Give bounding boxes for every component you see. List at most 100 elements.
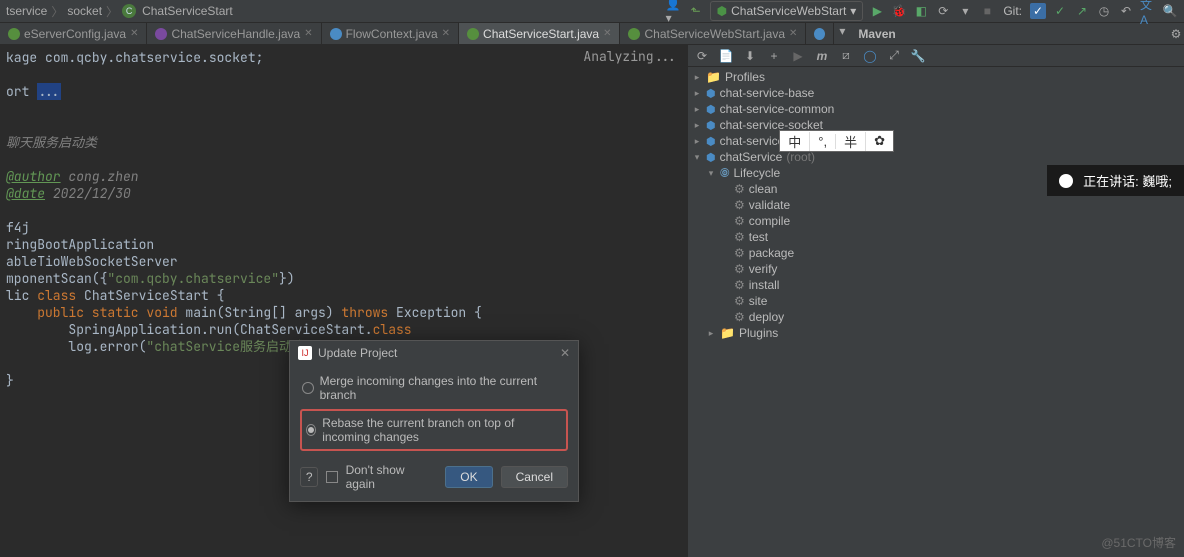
breadcrumb-item[interactable]: socket	[67, 4, 102, 18]
chevron-down-icon[interactable]: ▾	[834, 23, 850, 39]
close-icon[interactable]: ✕	[603, 28, 611, 39]
run-icon[interactable]: ▶	[869, 3, 885, 19]
lifecycle-goal[interactable]: ⚙ deploy	[692, 309, 1180, 325]
download-icon[interactable]: ⬇	[742, 48, 758, 64]
generate-sources-icon[interactable]: 📄	[718, 48, 734, 64]
run-icon[interactable]: ▶	[790, 48, 806, 64]
close-icon[interactable]: ✕	[560, 346, 570, 360]
ime-settings-icon[interactable]: ✿	[866, 133, 893, 149]
translate-icon[interactable]: 文A	[1140, 3, 1156, 19]
gear-icon: ⚙	[734, 310, 745, 324]
lifecycle-goal[interactable]: ⚙install	[692, 277, 1180, 293]
coverage-icon[interactable]: ◧	[913, 3, 929, 19]
code-fold[interactable]: ...	[37, 83, 60, 100]
lifecycle-icon: 🞋	[720, 166, 730, 181]
tree-node-profiles[interactable]: ▸ 📁 Profiles	[692, 69, 1180, 85]
ime-punct[interactable]: °,	[810, 134, 836, 149]
tree-node-root[interactable]: ▾⬢chatService (root)	[692, 149, 1180, 165]
tree-node-plugins[interactable]: ▸📁Plugins	[692, 325, 1180, 341]
commit-icon[interactable]: ✓	[1052, 3, 1068, 19]
profile-icon[interactable]: ⟳	[935, 3, 951, 19]
refresh-icon[interactable]: ⟳	[694, 48, 710, 64]
rollback-icon[interactable]: ↶	[1118, 3, 1134, 19]
chevron-down-icon[interactable]: ▾	[706, 168, 716, 179]
stop-icon[interactable]: ■	[979, 3, 995, 19]
dont-show-checkbox[interactable]	[326, 471, 337, 483]
chevron-right-icon[interactable]: ▸	[706, 328, 716, 339]
chevron-right-icon[interactable]: ▸	[692, 88, 702, 99]
wrench-icon[interactable]: 🔧	[910, 48, 926, 64]
lifecycle-goal[interactable]: ⚙site	[692, 293, 1180, 309]
lifecycle-goal[interactable]: ⚙validate	[692, 197, 1180, 213]
close-icon[interactable]: ✕	[789, 28, 797, 39]
collapse-icon[interactable]: ⤢	[886, 48, 902, 64]
chevron-right-icon[interactable]: ▸	[692, 120, 702, 131]
breadcrumb-item[interactable]: ChatServiceStart	[142, 4, 233, 18]
editor-tab[interactable]: eServerConfig.java ✕	[0, 23, 147, 44]
editor-tab-active[interactable]: ChatServiceStart.java ✕	[459, 23, 620, 44]
voice-input-overlay: 正在讲话: 巍哦;	[1047, 165, 1184, 196]
run-config-name: ChatServiceWebStart	[731, 4, 846, 18]
settings-icon[interactable]: ⚙	[1168, 26, 1184, 42]
microphone-icon[interactable]	[1059, 174, 1073, 188]
ok-button[interactable]: OK	[445, 466, 492, 488]
merge-option[interactable]: Merge incoming changes into the current …	[300, 371, 568, 405]
close-icon[interactable]: ✕	[130, 28, 138, 39]
run-configuration-selector[interactable]: ⬢ ChatServiceWebStart ▾	[710, 1, 864, 21]
user-icon[interactable]: 👤▾	[666, 3, 682, 19]
tree-label: compile	[749, 214, 790, 228]
more-icon[interactable]: ▾	[957, 3, 973, 19]
gear-icon: ⚙	[734, 214, 745, 228]
editor-tab[interactable]: FlowContext.java ✕	[322, 23, 459, 44]
lifecycle-goal[interactable]: ⚙test	[692, 229, 1180, 245]
module-icon: ⬢	[706, 151, 716, 164]
ime-lang[interactable]: 中	[780, 132, 810, 151]
editor-tab[interactable]: ChatServiceHandle.java ✕	[147, 23, 321, 44]
radio-unchecked-icon[interactable]	[302, 382, 314, 394]
dialog-title: Update Project	[318, 346, 397, 360]
tree-label: Plugins	[739, 326, 778, 340]
tree-node-module[interactable]: ▸⬢chat-service-common	[692, 101, 1180, 117]
ime-indicator[interactable]: 中 °, 半 ✿	[779, 130, 894, 152]
tree-label: clean	[749, 182, 778, 196]
chevron-right-icon[interactable]: ▸	[692, 104, 702, 115]
breadcrumb-item[interactable]: tservice	[6, 4, 47, 18]
chevron-right-icon[interactable]: ▸	[692, 136, 702, 147]
add-icon[interactable]: +	[766, 48, 782, 64]
push-icon[interactable]: ↗	[1074, 3, 1090, 19]
tree-node-module[interactable]: ▸⬢chat-service-socket	[692, 117, 1180, 133]
module-icon: ⬢	[706, 135, 716, 148]
dialog-header[interactable]: IJ Update Project ✕	[290, 341, 578, 365]
search-icon[interactable]: 🔍	[1162, 3, 1178, 19]
maven-m-icon[interactable]: m	[814, 48, 830, 64]
editor-tab-empty[interactable]	[806, 23, 834, 44]
cancel-button[interactable]: Cancel	[501, 466, 568, 488]
debug-icon[interactable]: 🐞	[891, 3, 907, 19]
chevron-down-icon[interactable]: ▾	[692, 152, 702, 163]
tree-node-module[interactable]: ▸⬢chat-service-web	[692, 133, 1180, 149]
gear-icon: ⚙	[734, 230, 745, 244]
offline-icon[interactable]: ◯	[862, 48, 878, 64]
rebase-option[interactable]: Rebase the current branch on top of inco…	[300, 409, 568, 451]
tree-label: deploy	[749, 310, 784, 324]
close-icon[interactable]: ✕	[304, 28, 312, 39]
lifecycle-goal[interactable]: ⚙ compile	[692, 213, 1180, 229]
radio-checked-icon[interactable]	[306, 424, 316, 436]
update-project-icon[interactable]: ✓	[1030, 3, 1046, 19]
breadcrumb: tservice 〉 socket 〉 C ChatServiceStart	[6, 3, 233, 20]
tree-node-module[interactable]: ▸⬢chat-service-base	[692, 85, 1180, 101]
chevron-right-icon[interactable]: ▸	[692, 72, 702, 83]
tab-label: eServerConfig.java	[24, 27, 126, 41]
history-icon[interactable]: ◷	[1096, 3, 1112, 19]
tree-label: chat-service-common	[720, 102, 835, 116]
toggle-skip-tests-icon[interactable]: ⧄	[838, 48, 854, 64]
close-icon[interactable]: ✕	[442, 28, 450, 39]
class-icon	[330, 28, 342, 40]
help-button[interactable]: ?	[300, 467, 318, 487]
hammer-icon[interactable]: ⬑	[688, 3, 704, 19]
lifecycle-goal[interactable]: ⚙package	[692, 245, 1180, 261]
tree-label: install	[749, 278, 780, 292]
ime-width[interactable]: 半	[836, 132, 866, 151]
editor-tab[interactable]: ChatServiceWebStart.java ✕	[620, 23, 806, 44]
lifecycle-goal[interactable]: ⚙verify	[692, 261, 1180, 277]
